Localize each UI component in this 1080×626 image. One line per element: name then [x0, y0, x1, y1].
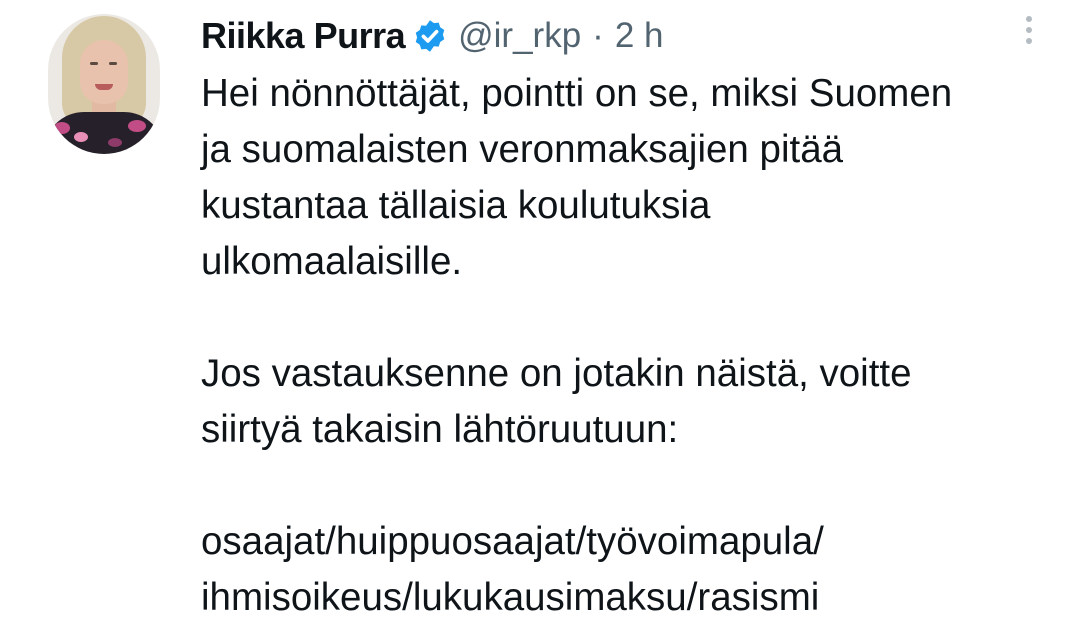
- tweet: Riikka Purra @ir_rkp · 2 h Hei nönnöttäj…: [0, 0, 1080, 619]
- tweet-paragraph: Jos vastauksenne on jotakin näistä, voit…: [201, 346, 1061, 458]
- tweet-paragraph: Hei nönnöttäjät, pointti on se, miksi Su…: [201, 66, 1061, 290]
- tweet-paragraph: osaajat/huippuosaajat/työvoimapula/ ihmi…: [201, 514, 1061, 626]
- tweet-line: siirtyä takaisin lähtöruutuun:: [201, 408, 679, 451]
- tweet-line: kustantaa tällaisia koulutuksia: [201, 184, 711, 227]
- tweet-text: Hei nönnöttäjät, pointti on se, miksi Su…: [201, 66, 1061, 626]
- more-vertical-icon[interactable]: [1014, 10, 1044, 50]
- tweet-timestamp[interactable]: 2 h: [615, 16, 664, 56]
- tweet-header: Riikka Purra @ir_rkp · 2 h: [201, 14, 663, 58]
- tweet-line: Hei nönnöttäjät, pointti on se, miksi Su…: [201, 72, 953, 115]
- author-handle[interactable]: @ir_rkp: [458, 16, 581, 56]
- author-name[interactable]: Riikka Purra: [201, 15, 406, 57]
- tweet-line: osaajat/huippuosaajat/työvoimapula/: [201, 520, 824, 563]
- verified-badge-icon: [412, 18, 448, 54]
- avatar[interactable]: [48, 14, 160, 154]
- header-separator: ·: [592, 16, 604, 55]
- tweet-line: ja suomalaisten veronmaksajien pitää: [201, 128, 844, 171]
- tweet-line: Jos vastauksenne on jotakin näistä, voit…: [201, 352, 912, 395]
- tweet-line: ulkomaalaisille.: [201, 240, 463, 283]
- tweet-line: ihmisoikeus/lukukausimaksu/rasismi: [201, 576, 820, 619]
